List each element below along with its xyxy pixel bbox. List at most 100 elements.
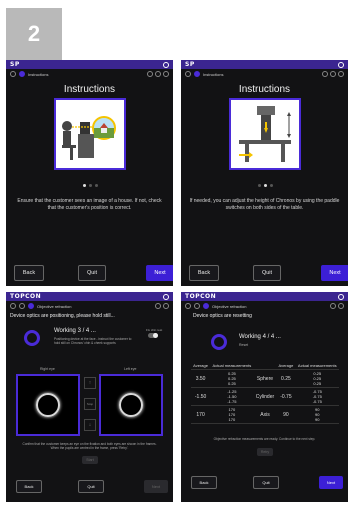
- chin-rest-toggle[interactable]: [148, 333, 158, 338]
- next-button[interactable]: Next: [319, 476, 343, 489]
- brand-logo: SP: [185, 61, 195, 68]
- cell: 90: [315, 417, 320, 422]
- info-icon[interactable]: [163, 303, 169, 309]
- table-header-row: Average Actual measurements Average Actu…: [191, 362, 339, 370]
- cell: 170: [228, 417, 236, 422]
- info-icon[interactable]: [163, 71, 169, 77]
- profile-icon[interactable]: [163, 61, 169, 68]
- screen-results: TOPCON Objective refraction Device optic…: [181, 292, 348, 502]
- step-badge: 2: [6, 8, 62, 60]
- instruction-illustration: [229, 98, 301, 170]
- next-button[interactable]: Next: [146, 265, 173, 281]
- step-circle-1: [185, 71, 191, 77]
- retry-button[interactable]: Retry: [257, 448, 273, 456]
- page-title: Instructions: [63, 84, 116, 95]
- profile-icon[interactable]: [338, 61, 344, 68]
- header-actual: Actual measurements: [295, 362, 339, 370]
- results-table: Average Actual measurements Average Actu…: [191, 362, 339, 424]
- quit-button[interactable]: Quit: [253, 476, 279, 489]
- avg-left: 0.25: [276, 369, 296, 388]
- avg-left: -0.75: [276, 387, 296, 406]
- help-icon[interactable]: [330, 71, 336, 77]
- result-note: Objective refraction measurements are re…: [213, 437, 316, 441]
- dot[interactable]: [83, 184, 86, 187]
- back-button[interactable]: Back: [191, 476, 217, 489]
- dot[interactable]: [95, 184, 98, 187]
- cell: 0.25: [313, 381, 322, 386]
- step-title: Instructions: [203, 71, 224, 77]
- help-icon[interactable]: [330, 303, 336, 309]
- cell: 0.25: [227, 381, 236, 386]
- stop-button[interactable]: Stop: [84, 398, 96, 410]
- header-actual: Actual measurements: [210, 362, 254, 370]
- settings-icon[interactable]: [322, 71, 328, 77]
- screen-instructions-2: SP Instructions Instructions If needed, …: [181, 60, 348, 286]
- quit-button[interactable]: Quit: [78, 265, 106, 281]
- quit-button[interactable]: Quit: [78, 480, 104, 493]
- step-circle-1: [10, 71, 16, 77]
- table-row: 3.50 0.25 0.25 0.25 Sphere 0.25 0.25 0.25 0.…: [191, 369, 339, 388]
- sub-bar: Instructions: [6, 69, 173, 79]
- right-eye-label: Right eye: [40, 367, 55, 371]
- profile-icon[interactable]: [338, 293, 344, 300]
- customer-house-image: [56, 100, 124, 168]
- table-height-image: [231, 100, 299, 168]
- table-row: -1.50 -1.25 -1.50 -1.75 Cylinder -0.75 -0.…: [191, 387, 339, 406]
- quit-button[interactable]: Quit: [253, 265, 281, 281]
- dot[interactable]: [258, 184, 261, 187]
- back-button[interactable]: Back: [16, 480, 42, 493]
- brand-logo: TOPCON: [185, 293, 217, 300]
- step-circle-1: [10, 303, 16, 309]
- move-down-button[interactable]: ↓: [84, 419, 96, 431]
- toggle-label: Fix chin rest: [146, 328, 163, 332]
- row-label: Sphere: [253, 369, 277, 388]
- dot[interactable]: [89, 184, 92, 187]
- working-label: Working 4 / 4 ...: [239, 334, 281, 340]
- cell: -0.75: [312, 399, 322, 404]
- status-heading: Device optics are positioning, please ho…: [10, 313, 115, 319]
- next-button[interactable]: Next: [144, 480, 168, 493]
- settings-icon[interactable]: [147, 71, 153, 77]
- help-icon[interactable]: [155, 71, 161, 77]
- header-average: Average: [191, 362, 211, 370]
- sub-bar: Objective refraction: [6, 301, 173, 311]
- avg-right: 3.50: [191, 369, 211, 388]
- progress-ring: [24, 330, 40, 346]
- right-pupil-ring: [36, 393, 60, 417]
- progress-ring: [211, 334, 227, 350]
- step-title: Instructions: [28, 71, 49, 77]
- back-button[interactable]: Back: [14, 265, 44, 281]
- step-circle-3: [203, 303, 209, 309]
- avg-right: 170: [191, 405, 211, 424]
- left-pupil-ring: [119, 393, 143, 417]
- sub-bar: Instructions: [181, 69, 348, 79]
- step-title: Objective refraction: [212, 303, 247, 309]
- dot[interactable]: [270, 184, 273, 187]
- dot[interactable]: [264, 184, 267, 187]
- row-label: Axis: [253, 405, 277, 424]
- avg-right: -1.50: [191, 387, 211, 406]
- back-button[interactable]: Back: [189, 265, 219, 281]
- step-circle-1: [185, 303, 191, 309]
- page-title: Instructions: [238, 84, 291, 95]
- top-bar: TOPCON: [181, 292, 348, 301]
- step-circle-2: [194, 71, 200, 77]
- help-icon[interactable]: [155, 303, 161, 309]
- carousel-dots: [83, 184, 98, 187]
- profile-icon[interactable]: [163, 293, 169, 300]
- instruction-caption: Ensure that the customer sees an image o…: [17, 198, 162, 211]
- sub-bar: Objective refraction: [181, 301, 348, 311]
- move-up-button[interactable]: ↑: [84, 377, 96, 389]
- screen-positioning: TOPCON Objective refraction Device optic…: [6, 292, 173, 502]
- working-subtext: Positioning device at the face - instruc…: [54, 337, 132, 345]
- row-label: Cylinder: [253, 387, 277, 406]
- next-button[interactable]: Next: [321, 265, 348, 281]
- help-text: Confirm that the customer keeps an eye o…: [22, 442, 157, 450]
- working-subtext: Reset: [239, 343, 249, 347]
- brand-logo: TOPCON: [10, 293, 42, 300]
- info-icon[interactable]: [338, 303, 344, 309]
- brand-logo: SP: [10, 61, 20, 68]
- info-icon[interactable]: [338, 71, 344, 77]
- start-button[interactable]: Start: [82, 456, 98, 464]
- cell: -1.75: [227, 399, 237, 404]
